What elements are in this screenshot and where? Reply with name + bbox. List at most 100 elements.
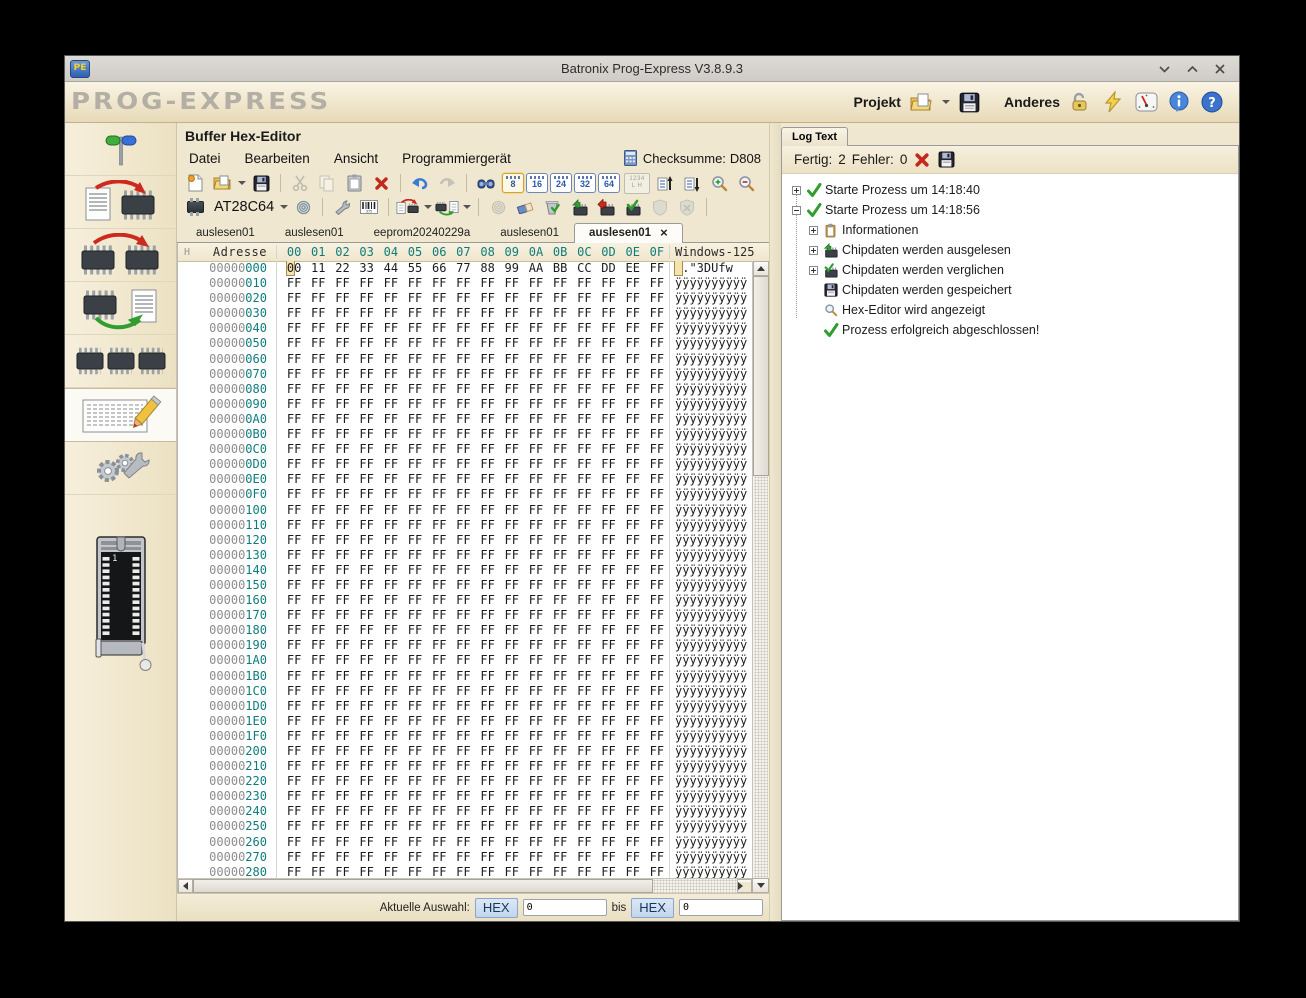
byte-cell[interactable]: FF [524, 850, 548, 865]
byte-cell[interactable]: FF [403, 457, 427, 472]
byte-cell[interactable]: FF [330, 669, 354, 684]
byte-cell[interactable]: FF [330, 563, 354, 578]
byte-cell[interactable]: FF [572, 608, 596, 623]
byte-cell[interactable]: FF [355, 548, 379, 563]
byte-cell[interactable]: FF [548, 548, 572, 563]
byte-cell[interactable]: FF [306, 774, 330, 789]
byte-cell[interactable]: FF [427, 518, 451, 533]
byte-cell[interactable]: FF [306, 503, 330, 518]
hex-row[interactable]: 000001D0FFFFFFFFFFFFFFFFFFFFFFFFFFFFFFFF… [178, 699, 752, 714]
byte-cell[interactable]: FF [403, 789, 427, 804]
byte-cell[interactable]: FF [500, 608, 524, 623]
byte-cell[interactable]: FF [306, 427, 330, 442]
byte-cell[interactable]: FF [330, 276, 354, 291]
byte-cell[interactable]: FF [645, 699, 669, 714]
byte-cell[interactable]: FF [282, 684, 306, 699]
byte-cell[interactable]: FF [524, 789, 548, 804]
byte-cell[interactable]: FF [572, 382, 596, 397]
hex-row[interactable]: 00000170FFFFFFFFFFFFFFFFFFFFFFFFFFFFFFFF… [178, 608, 752, 623]
byte-cell[interactable]: FF [282, 321, 306, 336]
byte-cell[interactable]: FF [524, 276, 548, 291]
byte-cell[interactable]: FF [403, 729, 427, 744]
byte-cell[interactable]: FF [548, 518, 572, 533]
byte-cell[interactable]: FF [572, 774, 596, 789]
ascii-cell[interactable]: ÿÿÿÿÿÿÿÿÿÿ [669, 472, 752, 487]
byte-cell[interactable]: FF [572, 729, 596, 744]
vertical-scroll-thumb[interactable] [753, 276, 769, 476]
byte-cell[interactable]: FF [548, 412, 572, 427]
byte-cell[interactable]: FF [282, 382, 306, 397]
byte-cell[interactable]: FF [596, 744, 620, 759]
byte-cell[interactable]: FF [306, 457, 330, 472]
byte-cell[interactable]: FF [621, 653, 645, 668]
byte-cell[interactable]: FF [403, 548, 427, 563]
byte-cell[interactable]: FF [403, 427, 427, 442]
byte-cell[interactable]: FF [524, 412, 548, 427]
byte-cell[interactable]: FF [645, 487, 669, 502]
byte-cell[interactable]: FF [355, 835, 379, 850]
close-button[interactable] [1213, 62, 1227, 76]
hex-row[interactable]: 000001E0FFFFFFFFFFFFFFFFFFFFFFFFFFFFFFFF… [178, 714, 752, 729]
byte-cell[interactable]: FF [548, 850, 572, 865]
byte-cell[interactable]: FF [596, 563, 620, 578]
byte-cell[interactable]: FF [621, 744, 645, 759]
byte-cell[interactable]: FF [379, 533, 403, 548]
byte-cell[interactable]: FF [524, 442, 548, 457]
unprotect-chip-button[interactable] [675, 196, 699, 218]
byte-cell[interactable]: FF [355, 306, 379, 321]
vertical-scrollbar[interactable] [752, 261, 769, 878]
ascii-cell[interactable]: ÿÿÿÿÿÿÿÿÿÿ [669, 487, 752, 502]
byte-cell[interactable]: FF [282, 276, 306, 291]
byte-cell[interactable]: FF [500, 382, 524, 397]
byte-cell[interactable]: FF [476, 533, 500, 548]
byte-cell[interactable]: FF [355, 804, 379, 819]
byte-cell[interactable]: FF [355, 503, 379, 518]
byte-cell[interactable]: FF [451, 306, 475, 321]
byte-cell[interactable]: FF [403, 850, 427, 865]
byte-cell[interactable]: FF [524, 819, 548, 834]
byte-cell[interactable]: FF [403, 684, 427, 699]
byte-cell[interactable]: FF [306, 487, 330, 502]
erase-chip-button[interactable] [513, 196, 537, 218]
byte-cell[interactable]: FF [500, 744, 524, 759]
redo-button[interactable] [435, 172, 459, 194]
device-dropdown-icon[interactable] [280, 205, 288, 209]
ascii-cell[interactable]: ÿÿÿÿÿÿÿÿÿÿ [669, 669, 752, 684]
byte-cell[interactable]: FF [476, 382, 500, 397]
ascii-cell[interactable]: ÿÿÿÿÿÿÿÿÿÿ [669, 533, 752, 548]
chip-select-icon[interactable] [183, 196, 207, 218]
protect-chip-button[interactable] [648, 196, 672, 218]
byte-cell[interactable]: FF [524, 578, 548, 593]
byte-cell[interactable]: FF [621, 804, 645, 819]
byte-cell[interactable]: FF [500, 714, 524, 729]
byte-cell[interactable]: FF [572, 518, 596, 533]
byte-cell[interactable]: FF [451, 729, 475, 744]
log-entry[interactable]: Starte Prozess um 14:18:56 [782, 200, 1238, 220]
byte-cell[interactable]: FF [330, 336, 354, 351]
byte-cell[interactable]: FF [548, 382, 572, 397]
menu-bearbeiten[interactable]: Bearbeiten [233, 148, 322, 169]
byte-cell[interactable]: FF [379, 789, 403, 804]
byte-cell[interactable]: AA [524, 261, 548, 276]
byte-cell[interactable]: FF [645, 291, 669, 306]
byte-cell[interactable]: FF [330, 819, 354, 834]
byte-cell[interactable]: FF [524, 397, 548, 412]
byte-cell[interactable]: FF [403, 472, 427, 487]
byte-cell[interactable]: FF [596, 699, 620, 714]
byte-cell[interactable]: FF [524, 306, 548, 321]
byte-cell[interactable]: FF [306, 533, 330, 548]
byte-cell[interactable]: FF [621, 442, 645, 457]
byte-cell[interactable]: FF [379, 442, 403, 457]
byte-cell[interactable]: FF [306, 865, 330, 878]
byte-cell[interactable]: FF [645, 759, 669, 774]
ascii-cell[interactable]: ÿÿÿÿÿÿÿÿÿÿ [669, 789, 752, 804]
byte-cell[interactable]: FF [476, 669, 500, 684]
byte-cell[interactable]: FF [645, 412, 669, 427]
byte-cell[interactable]: FF [596, 684, 620, 699]
ascii-cell[interactable]: ÿÿÿÿÿÿÿÿÿÿ [669, 819, 752, 834]
byte-cell[interactable]: FF [596, 623, 620, 638]
hex-row[interactable]: 000000E0FFFFFFFFFFFFFFFFFFFFFFFFFFFFFFFF… [178, 472, 752, 487]
hex-row[interactable]: 00000270FFFFFFFFFFFFFFFFFFFFFFFFFFFFFFFF… [178, 850, 752, 865]
byte-cell[interactable]: FF [476, 819, 500, 834]
byte-cell[interactable]: FF [621, 729, 645, 744]
